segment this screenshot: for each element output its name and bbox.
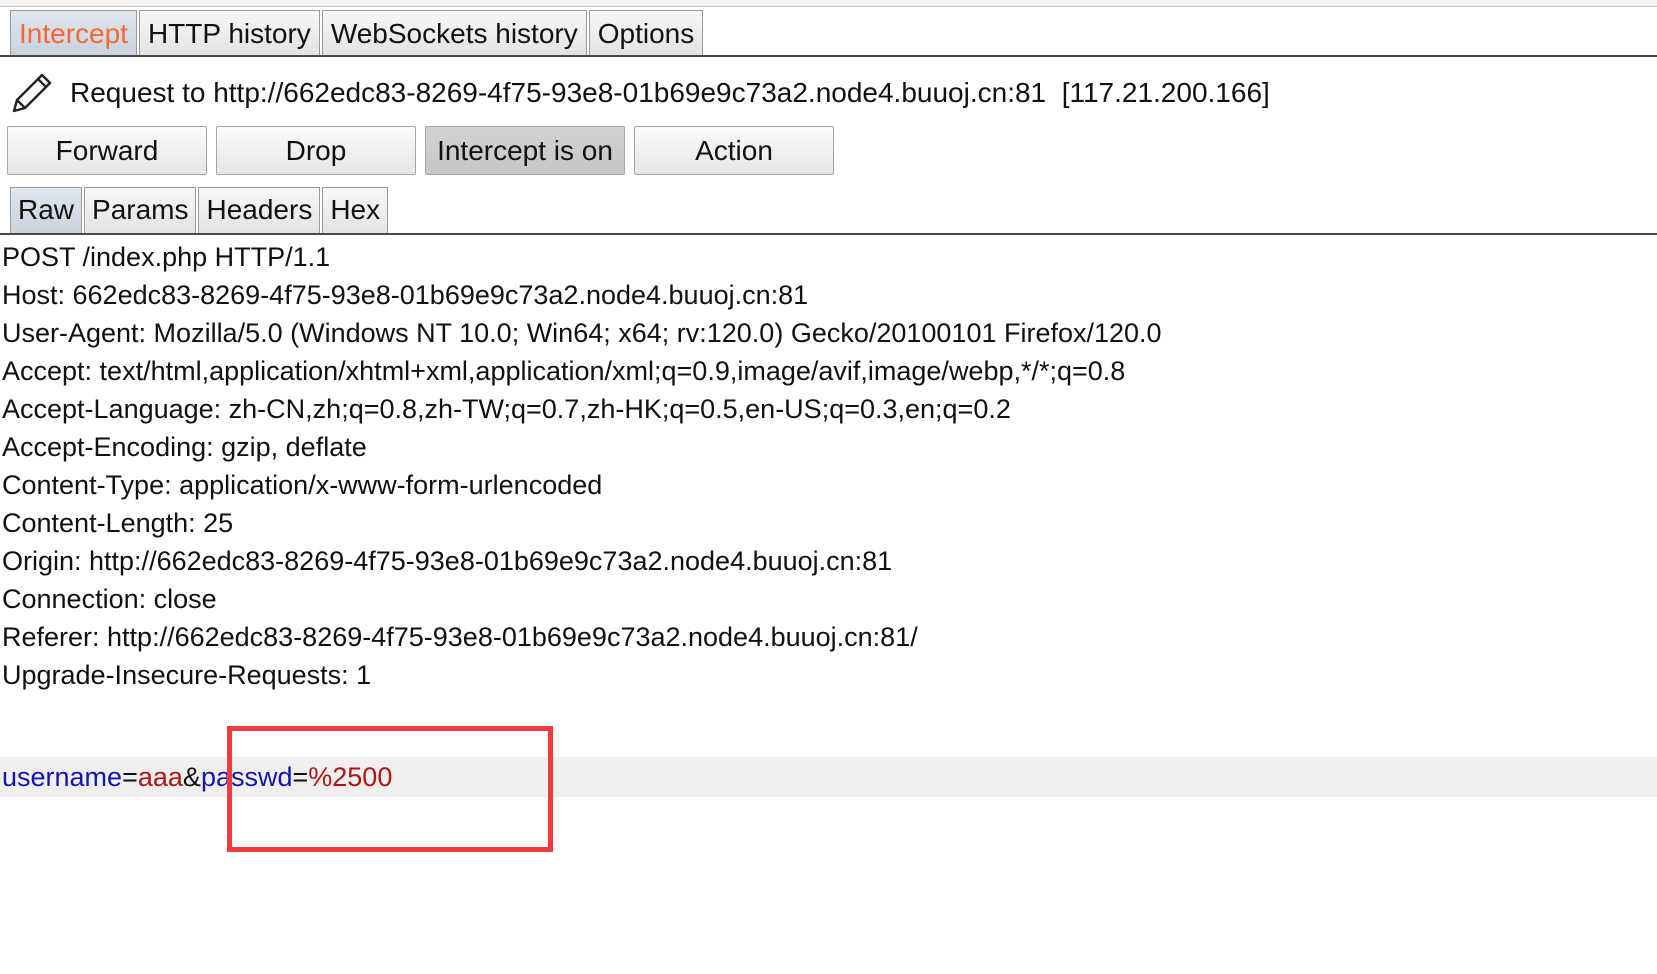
request-line: POST /index.php HTTP/1.1 bbox=[2, 242, 331, 272]
header-line: Host: 662edc83-8269-4f75-93e8-01b69e9c73… bbox=[2, 280, 809, 310]
header-line: User-Agent: Mozilla/5.0 (Windows NT 10.0… bbox=[2, 318, 1162, 348]
request-info: Request to http://662edc83-8269-4f75-93e… bbox=[0, 64, 1657, 122]
header-line: Referer: http://662edc83-8269-4f75-93e8-… bbox=[2, 622, 918, 652]
header-line: Accept: text/html,application/xhtml+xml,… bbox=[2, 356, 1126, 386]
forward-button[interactable]: Forward bbox=[7, 126, 207, 175]
tab-headers[interactable]: Headers bbox=[198, 187, 321, 233]
header-line: Accept-Language: zh-CN,zh;q=0.8,zh-TW;q=… bbox=[2, 394, 1011, 424]
drop-button[interactable]: Drop bbox=[216, 126, 416, 175]
tab-raw[interactable]: Raw bbox=[10, 187, 83, 233]
header-line: Accept-Encoding: gzip, deflate bbox=[2, 432, 367, 462]
tab-intercept[interactable]: Intercept bbox=[10, 10, 137, 55]
raw-request-editor[interactable]: POST /index.php HTTP/1.1 Host: 662edc83-… bbox=[0, 237, 1657, 974]
pencil-icon[interactable] bbox=[8, 69, 56, 117]
header-line: Content-Length: 25 bbox=[2, 508, 234, 538]
tab-hex[interactable]: Hex bbox=[322, 187, 389, 233]
tab-http-history[interactable]: HTTP history bbox=[138, 10, 320, 55]
intercept-toolbar: Forward Drop Intercept is on Action bbox=[7, 126, 843, 175]
request-url: Request to http://662edc83-8269-4f75-93e… bbox=[70, 77, 1047, 108]
header-line: Origin: http://662edc83-8269-4f75-93e8-0… bbox=[2, 546, 893, 576]
intercept-toggle-button[interactable]: Intercept is on bbox=[425, 126, 625, 175]
proxy-tab-bar: Intercept HTTP history WebSockets histor… bbox=[0, 10, 1657, 57]
param-name-username: username bbox=[2, 762, 123, 792]
tab-websockets-history[interactable]: WebSockets history bbox=[321, 10, 587, 55]
header-line: Content-Type: application/x-www-form-url… bbox=[2, 470, 603, 500]
header-line: Upgrade-Insecure-Requests: 1 bbox=[2, 660, 372, 690]
message-view-tabs: Raw Params Headers Hex bbox=[0, 187, 1657, 235]
top-strip bbox=[0, 0, 1657, 7]
action-button[interactable]: Action bbox=[634, 126, 834, 175]
tab-options[interactable]: Options bbox=[588, 10, 704, 55]
tab-params[interactable]: Params bbox=[84, 187, 197, 233]
request-ip: [117.21.200.166] bbox=[1061, 77, 1270, 108]
header-line: Connection: close bbox=[2, 584, 217, 614]
param-value-username: aaa bbox=[137, 762, 183, 792]
highlight-annotation-box bbox=[227, 726, 553, 852]
